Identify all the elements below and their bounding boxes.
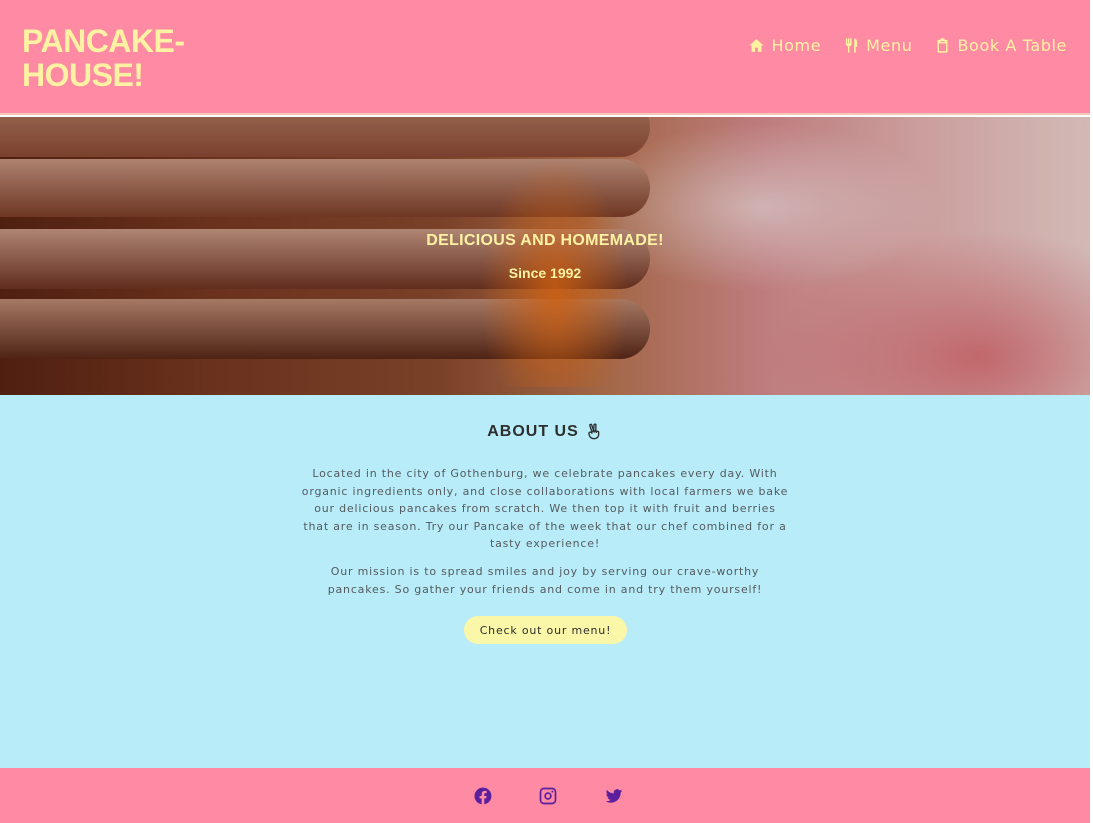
nav-menu[interactable]: Menu bbox=[843, 36, 912, 55]
nav-home-label: Home bbox=[771, 36, 822, 55]
site-header: PANCAKE- HOUSE! Home Menu Book A Table bbox=[0, 0, 1090, 115]
hero-overlay bbox=[0, 117, 1090, 395]
about-paragraph-1: Located in the city of Gothenburg, we ce… bbox=[301, 467, 789, 550]
nav-book-table-label: Book A Table bbox=[957, 36, 1067, 55]
about-paragraph-2: Our mission is to spread smiles and joy … bbox=[327, 565, 763, 596]
site-footer bbox=[0, 768, 1090, 823]
hero-title: DELICIOUS AND HOMEMADE! bbox=[426, 232, 664, 249]
logo-line-1: PANCAKE- bbox=[22, 23, 185, 59]
twitter-link[interactable] bbox=[604, 786, 624, 806]
facebook-link[interactable] bbox=[473, 786, 493, 806]
facebook-icon bbox=[474, 787, 492, 805]
main-nav: Home Menu Book A Table bbox=[748, 36, 1067, 55]
about-section: ABOUT US Located in the city of Gothenbu… bbox=[0, 395, 1090, 768]
utensils-icon bbox=[845, 38, 858, 53]
clipboard-icon bbox=[938, 38, 948, 53]
peace-hand-icon bbox=[588, 423, 600, 440]
nav-book-table[interactable]: Book A Table bbox=[934, 36, 1067, 55]
site-logo[interactable]: PANCAKE- HOUSE! bbox=[22, 24, 242, 92]
nav-menu-label: Menu bbox=[866, 36, 913, 55]
check-menu-button[interactable]: Check out our menu! bbox=[464, 616, 627, 644]
nav-home[interactable]: Home bbox=[748, 36, 821, 55]
home-icon bbox=[749, 39, 765, 52]
twitter-icon bbox=[605, 789, 623, 803]
logo-line-2: HOUSE! bbox=[22, 57, 144, 93]
instagram-icon bbox=[539, 787, 557, 805]
about-title: ABOUT US bbox=[0, 423, 1090, 441]
hero-banner: DELICIOUS AND HOMEMADE! Since 1992 bbox=[0, 117, 1090, 395]
instagram-link[interactable] bbox=[538, 786, 558, 806]
page: PANCAKE- HOUSE! Home Menu Book A Table D… bbox=[0, 0, 1090, 823]
hero-subtitle: Since 1992 bbox=[508, 265, 582, 281]
about-title-text: ABOUT US bbox=[487, 423, 579, 440]
